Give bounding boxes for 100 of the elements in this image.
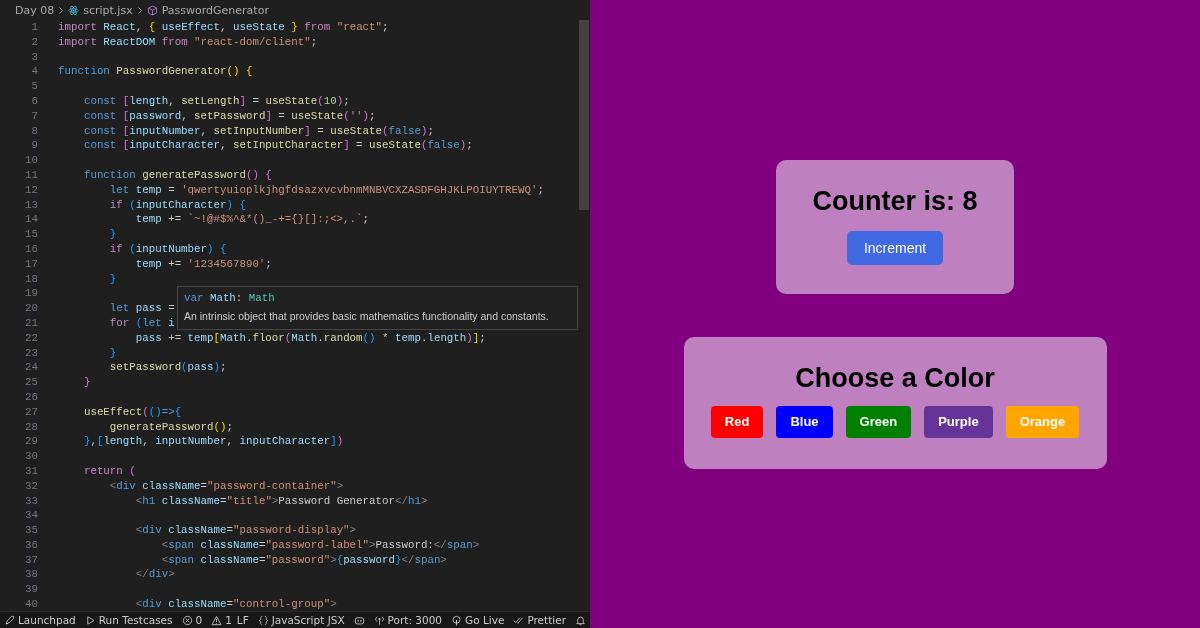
line-number: 5 [30,79,38,94]
warning-icon [211,614,223,626]
line-number: 2 [30,34,38,50]
line-number: 22 [24,330,38,346]
code-line: <span className="password-label">Password:</span> [160,537,480,553]
code-line: },[length, inputNumber, inputCharacter]) [82,434,344,450]
line-number: 23 [24,345,38,361]
atom-icon [68,4,80,16]
status-item[interactable]: Prettier [527,614,566,626]
line-number: 30 [24,449,38,464]
line-number: 27 [24,404,38,420]
double-check-icon [513,614,525,626]
chevron-icon [136,5,143,15]
status-item[interactable]: 1 [225,614,232,626]
bell-icon[interactable] [575,614,586,626]
code-line: const [inputNumber, setInputNumber] = useState(false); [82,123,434,139]
line-number: 16 [24,241,38,257]
line-number: 17 [24,256,38,272]
play-icon [84,614,96,626]
code-line: <h1 className="title">Password Generator</h1> [134,493,428,509]
line-number: 12 [24,182,38,198]
line-number: 24 [24,360,38,376]
line-number: 40 [24,597,38,611]
code-line: useEffect(()=>{ [82,404,182,420]
antenna-icon [373,614,385,626]
code-line: return ( [82,463,136,479]
color-button[interactable]: Red [710,405,764,438]
line-number: 33 [24,493,38,509]
chevron-icon [58,5,65,15]
breadcrumb-file[interactable]: script.jsx [83,3,133,17]
line-number: 26 [24,389,38,405]
line-number: 19 [24,286,38,302]
status-item[interactable]: JavaScript JSX [271,614,345,626]
status-item[interactable]: Go Live [465,614,505,626]
increment-button[interactable]: Increment [847,230,943,265]
code-line: let temp = 'qwertyuioplkjhgfdsazxvcvbnmMNBVCXZASDFGHJKLPOIUYTREWQ'; [108,182,544,198]
line-number: 6 [30,94,38,109]
line-number: 34 [24,508,38,524]
line-number: 39 [24,582,38,598]
line-number: 25 [24,375,38,390]
color-button[interactable]: Green [845,405,912,438]
code-line: } [108,227,117,242]
line-number: 3 [30,49,38,65]
line-number: 13 [24,197,38,213]
line-number: 21 [24,315,38,331]
line-number: 31 [24,463,38,479]
code-line: generatePassword(); [108,419,233,435]
color-title: Choose a Color [795,361,995,394]
hover-signature: var Math: Math [184,291,275,306]
run-button[interactable]: Run Testcases [98,614,173,626]
code-line: </div> [134,567,175,583]
code-line: const [password, setPassword] = useState(''); [82,108,376,124]
status-item[interactable]: 0 [195,614,203,626]
line-number: 37 [24,552,38,568]
hover-description: An intrinsic object that provides basic mathematics functionality and constants. [184,309,549,324]
code-line: if (inputCharacter) { [108,197,246,213]
status-item[interactable]: Port: 3000 [387,614,443,626]
status-item[interactable]: Launchpad [18,614,76,626]
line-number: 15 [24,227,38,242]
line-number: 36 [24,537,38,553]
code-line: import ReactDOM from "react-dom/client"; [58,34,318,50]
line-number: 8 [30,123,38,139]
error-icon [181,614,193,626]
line-number: 29 [24,434,38,450]
line-number: 1 [30,20,38,35]
code-line: let pass = [108,301,175,316]
color-button[interactable]: Purple [924,405,993,438]
line-number: 32 [24,478,38,494]
cube-icon [146,4,158,16]
breadcrumb-folder[interactable]: Day 08 [15,3,55,17]
line-number: 9 [30,138,38,154]
robot-icon[interactable] [353,614,365,626]
code-line: <span className="password">{password}</span> [160,552,447,568]
line-number: 14 [24,212,38,228]
color-button[interactable]: Blue [776,405,833,438]
line-number: 4 [30,64,38,80]
code-line: function PasswordGenerator() { [58,64,253,80]
line-number: 20 [24,301,38,316]
scrollbar-thumb[interactable] [579,20,589,210]
code-line: pass += temp[Math.floor(Math.random() * temp.length)]; [134,330,486,346]
code-line: import React, { useEffect, useState } from "react"; [58,20,389,35]
code-line: } [82,375,91,390]
code-line: } [108,345,117,361]
code-line: temp += '1234567890'; [134,256,272,272]
code-line: if (inputNumber) { [108,241,227,257]
line-number: 18 [24,271,38,287]
code-line: temp += `~!@#$%^&*()_-+={}[]:;<>,.`; [134,212,370,228]
line-number: 38 [24,567,38,583]
line-number: 7 [30,108,38,124]
code-line: } [108,271,117,287]
code-line: const [inputCharacter, setInputCharacter] = useState(false); [82,138,473,154]
breadcrumb-symbol[interactable]: PasswordGenerator [161,3,269,17]
counter-title: Counter is: 8 [812,184,978,217]
code-line: <div className="password-display"> [134,523,357,538]
code-line: setPassword(pass); [108,360,227,376]
code-line: <div className="password-container"> [108,478,344,494]
line-number: 10 [24,153,38,168]
code-line: <div className="control-group"> [134,597,337,611]
status-item[interactable]: LF [236,614,249,626]
line-number: 35 [24,523,38,538]
